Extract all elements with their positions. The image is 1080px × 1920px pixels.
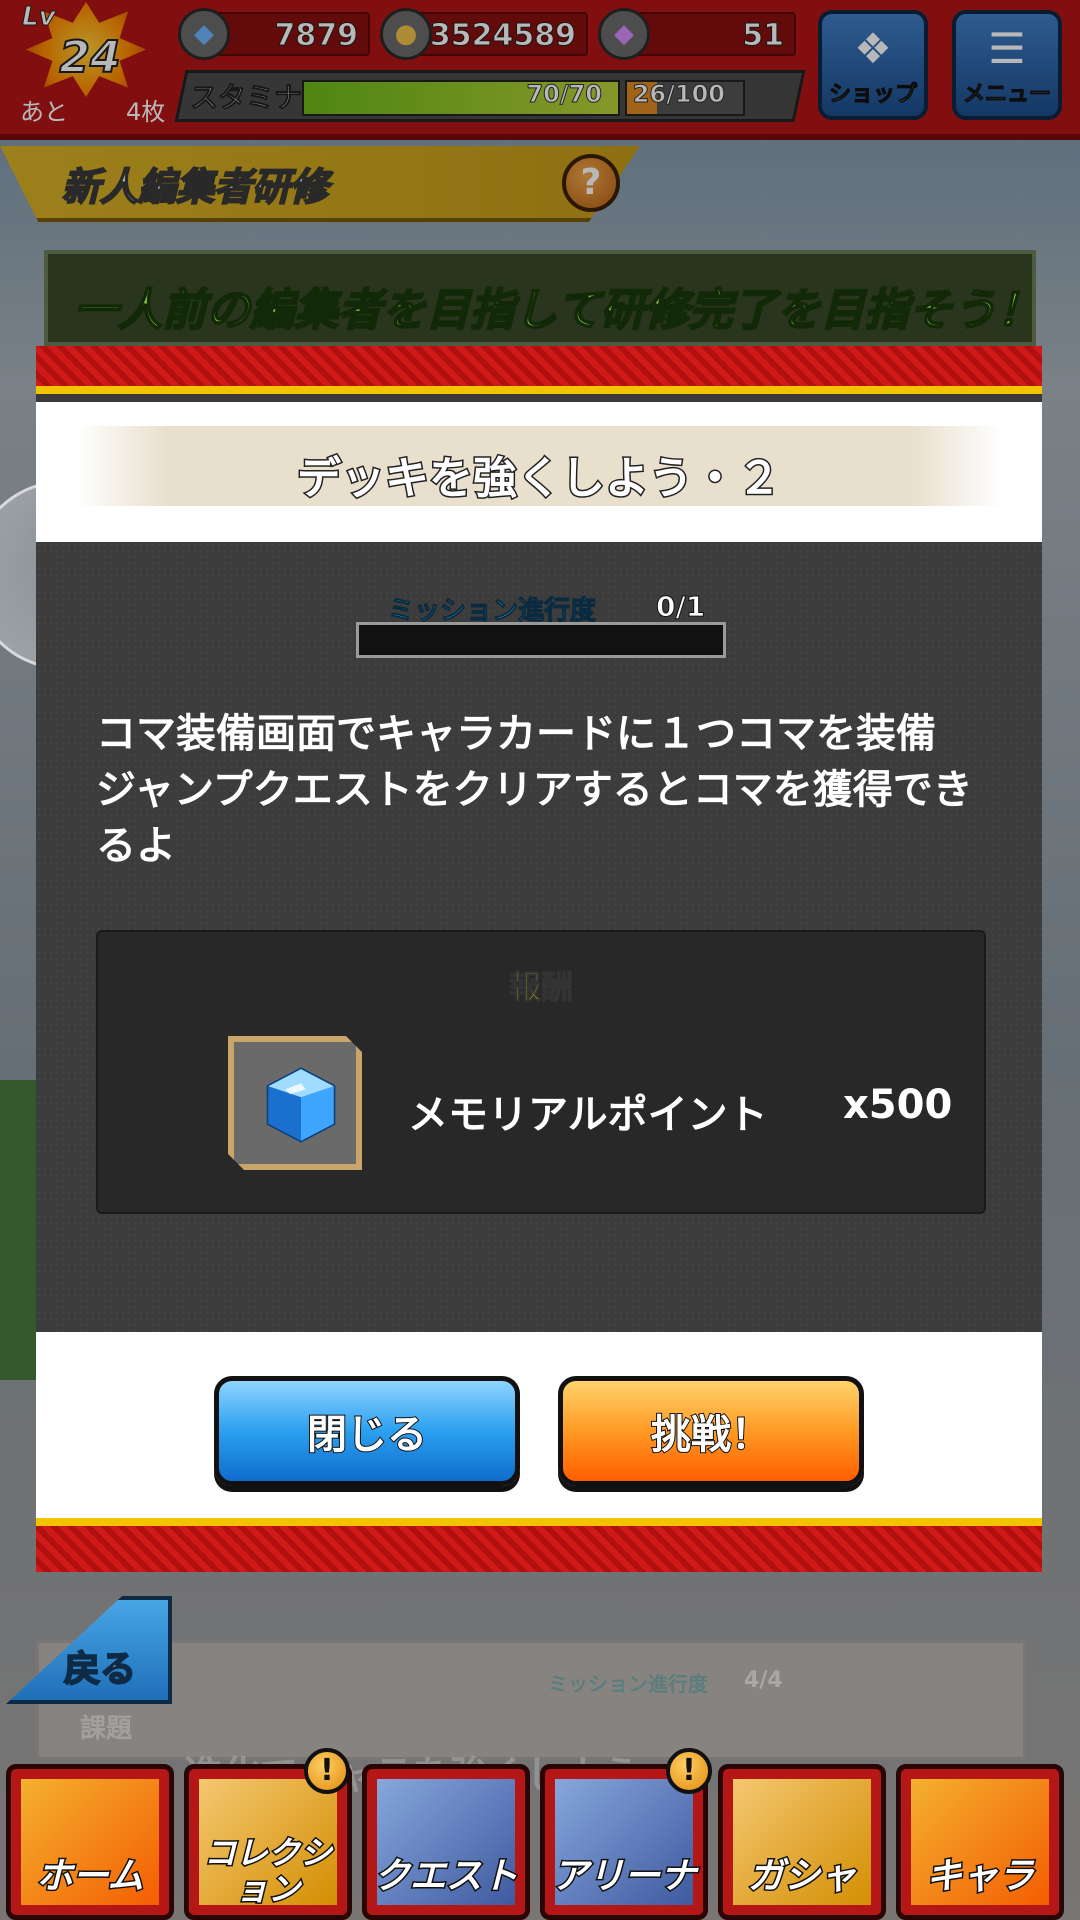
blue-crystal-icon	[266, 1067, 336, 1143]
reward-item-frame	[228, 1036, 362, 1170]
nav-quest-label: クエスト	[372, 1855, 519, 1898]
reward-title: 報酬	[508, 968, 573, 1007]
mission-description: コマ装備画面でキャラカードに１つコマを装備 ジャンプクエストをクリアするとコマを…	[96, 711, 973, 869]
nav-home[interactable]: ホーム	[6, 1764, 174, 1920]
dialog-footer	[36, 1332, 1042, 1518]
nav-quest[interactable]: クエスト	[362, 1764, 530, 1920]
nav-arena-label: アリーナ	[550, 1855, 697, 1898]
collection-alert-badge: !	[304, 1748, 350, 1794]
mission-progress-value: 0/1	[655, 590, 706, 624]
dialog-bottom-border	[36, 1518, 1042, 1572]
dialog-top-border	[36, 346, 1042, 394]
mission-progress-bar	[356, 622, 726, 658]
back-button-label[interactable]: 戻る	[63, 1640, 137, 1692]
dialog-title: デッキを強くしよう・２	[296, 452, 783, 506]
nav-gacha[interactable]: ガシャ	[718, 1764, 886, 1920]
reward-name: メモリアルポイント	[408, 1092, 768, 1138]
nav-gacha-label: ガシャ	[746, 1855, 857, 1898]
reward-quantity: x500	[843, 1082, 953, 1128]
reward-panel: 報酬 メモリアルポイント x500	[96, 930, 986, 1214]
nav-chara-label: キャラ	[924, 1855, 1035, 1898]
mission-dialog: デッキを強くしよう・２ ミッション進行度 0/1 コマ装備画面でキャラカードに１…	[36, 346, 1042, 1572]
bottom-navigation: ホーム コレクション クエスト アリーナ ガシャ キャラ ! !	[0, 1748, 1080, 1920]
challenge-button[interactable]: 挑戦！	[558, 1376, 864, 1486]
nav-collection-label: コレクション	[202, 1834, 333, 1909]
nav-home-label: ホーム	[35, 1855, 145, 1898]
arena-alert-badge: !	[666, 1748, 712, 1794]
nav-chara[interactable]: キャラ	[896, 1764, 1064, 1920]
close-button[interactable]: 閉じる	[214, 1376, 520, 1486]
